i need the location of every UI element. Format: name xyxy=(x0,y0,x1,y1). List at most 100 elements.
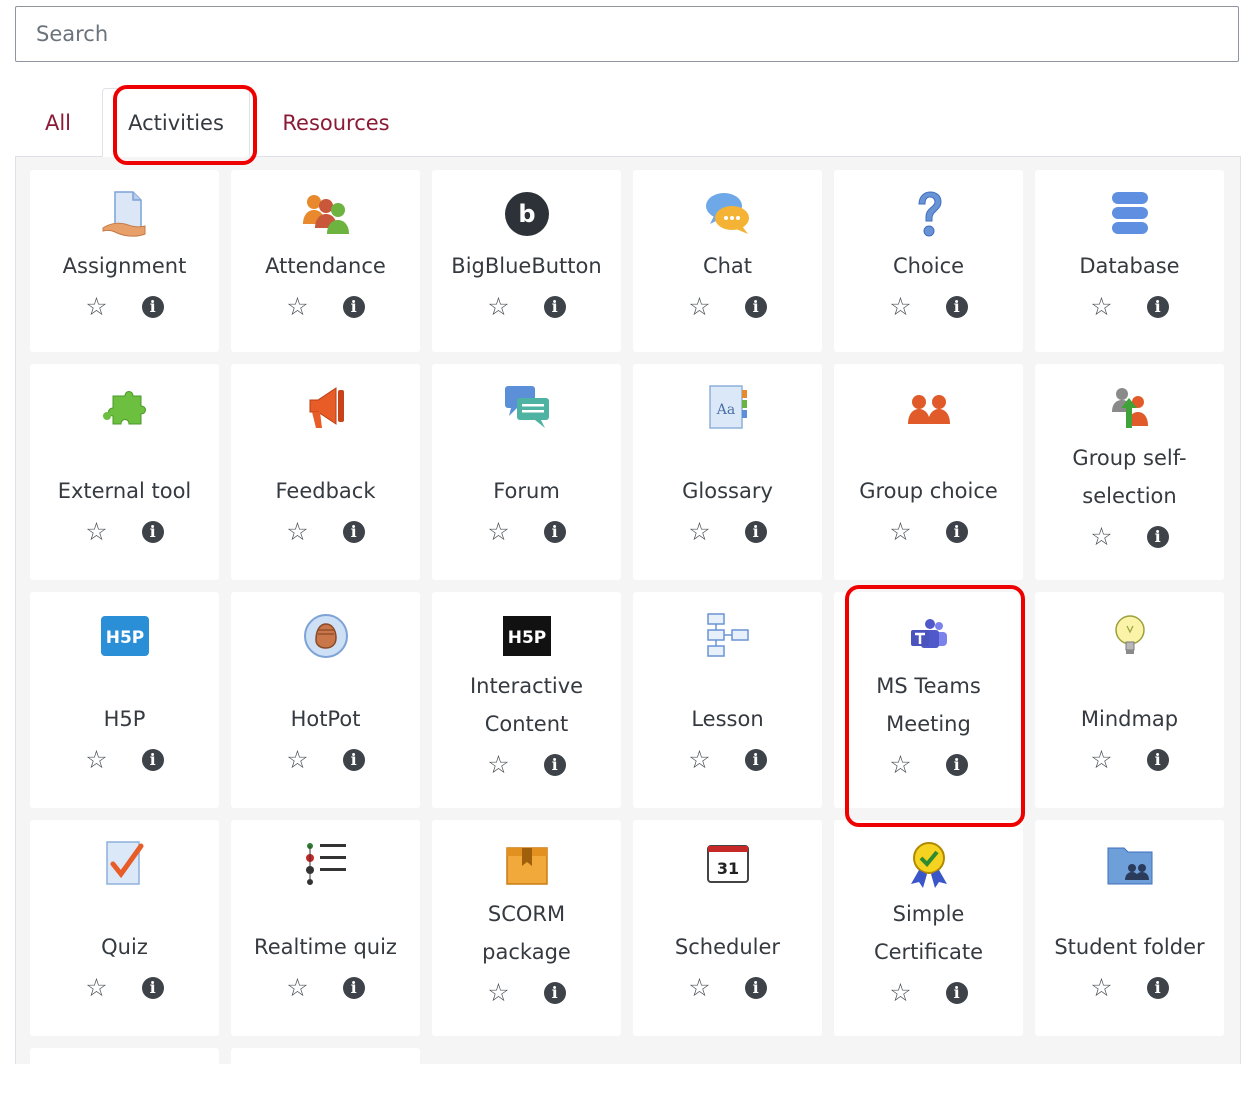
info-icon[interactable]: i xyxy=(141,977,164,999)
module-card-glossary[interactable]: Aa Glossary ☆ i xyxy=(633,364,822,580)
module-label-line: package xyxy=(482,940,571,964)
info-icon[interactable]: i xyxy=(543,982,566,1004)
info-icon[interactable]: i xyxy=(945,754,968,776)
info-icon[interactable]: i xyxy=(141,521,164,543)
module-card-h5p[interactable]: H5P H5P ☆ i xyxy=(30,592,219,808)
module-card-partial[interactable] xyxy=(30,1048,219,1108)
info-icon[interactable]: i xyxy=(744,521,767,543)
module-card-interactive-content[interactable]: H5P Interactive Content ☆ i xyxy=(432,592,621,808)
module-card-quiz[interactable]: Quiz ☆ i xyxy=(30,820,219,1036)
star-icon[interactable]: ☆ xyxy=(487,751,509,779)
info-icon[interactable]: i xyxy=(945,521,968,543)
bigbluebutton-letter: b xyxy=(518,200,535,228)
external-tool-icon xyxy=(30,364,219,444)
star-icon[interactable]: ☆ xyxy=(889,979,911,1007)
module-card-group-self-selection[interactable]: Group self-selection ☆ i xyxy=(1035,364,1224,580)
module-card-mindmap[interactable]: Mindmap ☆ i xyxy=(1035,592,1224,808)
star-icon[interactable]: ☆ xyxy=(286,293,308,321)
forum-icon xyxy=(432,364,621,444)
module-card-choice[interactable]: Choice ☆ i xyxy=(834,170,1023,352)
module-label-line: Certificate xyxy=(873,940,984,964)
info-icon[interactable]: i xyxy=(945,982,968,1004)
info-icon[interactable]: i xyxy=(543,296,566,318)
info-icon[interactable]: i xyxy=(141,296,164,318)
star-icon[interactable]: ☆ xyxy=(889,518,911,546)
module-label-line: SCORM xyxy=(487,902,566,926)
module-card-scheduler[interactable]: 31 Scheduler ☆ i xyxy=(633,820,822,1036)
module-card-assignment[interactable]: Assignment ☆ i xyxy=(30,170,219,352)
module-label: Chat xyxy=(633,247,822,285)
module-card-database[interactable]: Database ☆ i xyxy=(1035,170,1224,352)
module-card-external-tool[interactable]: External tool ☆ i xyxy=(30,364,219,580)
module-actions: ☆ i xyxy=(231,966,420,1036)
info-icon[interactable]: i xyxy=(1146,296,1169,318)
tab-resources[interactable]: Resources xyxy=(268,88,404,157)
info-icon[interactable]: i xyxy=(744,296,767,318)
module-card-student-folder[interactable]: Student folder ☆ i xyxy=(1035,820,1224,1036)
module-label-line: Meeting xyxy=(886,712,971,736)
star-icon[interactable]: ☆ xyxy=(1090,293,1112,321)
feedback-icon xyxy=(231,364,420,444)
module-card-forum[interactable]: Forum ☆ i xyxy=(432,364,621,580)
info-icon[interactable]: i xyxy=(543,521,566,543)
info-icon[interactable]: i xyxy=(342,749,365,771)
hotpot-icon xyxy=(231,592,420,672)
bigbluebutton-icon: b xyxy=(432,170,621,247)
star-icon[interactable]: ☆ xyxy=(1090,746,1112,774)
star-icon[interactable]: ☆ xyxy=(688,518,710,546)
module-actions: ☆ i xyxy=(1035,285,1224,352)
star-icon[interactable]: ☆ xyxy=(487,979,509,1007)
chat-icon xyxy=(633,170,822,247)
info-icon[interactable]: i xyxy=(1146,526,1169,548)
module-actions: ☆ i xyxy=(834,285,1023,352)
module-card-bigbluebutton[interactable]: b BigBlueButton ☆ i xyxy=(432,170,621,352)
info-icon[interactable]: i xyxy=(1146,749,1169,771)
info-icon[interactable]: i xyxy=(141,749,164,771)
module-card-simple-certificate[interactable]: Simple Certificate ☆ i xyxy=(834,820,1023,1036)
star-icon[interactable]: ☆ xyxy=(688,293,710,321)
module-card-chat[interactable]: Chat ☆ i xyxy=(633,170,822,352)
module-actions: ☆ i xyxy=(633,285,822,352)
module-card-ms-teams-meeting[interactable]: MS Teams Meeting ☆ i xyxy=(834,592,1023,808)
info-icon[interactable]: i xyxy=(342,521,365,543)
module-card-realtime-quiz[interactable]: Realtime quiz ☆ i xyxy=(231,820,420,1036)
star-icon[interactable]: ☆ xyxy=(889,751,911,779)
star-icon[interactable]: ☆ xyxy=(1090,523,1112,551)
module-actions: ☆ i xyxy=(1035,738,1224,808)
star-icon[interactable]: ☆ xyxy=(889,293,911,321)
h5p-icon-text: H5P xyxy=(105,628,144,648)
module-card-group-choice[interactable]: Group choice ☆ i xyxy=(834,364,1023,580)
star-icon[interactable]: ☆ xyxy=(85,293,107,321)
info-icon[interactable]: i xyxy=(342,977,365,999)
module-card-hotpot[interactable]: HotPot ☆ i xyxy=(231,592,420,808)
module-label: Quiz xyxy=(30,900,219,966)
info-icon[interactable]: i xyxy=(342,296,365,318)
star-icon[interactable]: ☆ xyxy=(85,974,107,1002)
star-icon[interactable]: ☆ xyxy=(487,518,509,546)
module-actions: ☆ i xyxy=(30,966,219,1036)
info-icon[interactable]: i xyxy=(1146,977,1169,999)
info-icon[interactable]: i xyxy=(744,749,767,771)
star-icon[interactable]: ☆ xyxy=(286,746,308,774)
star-icon[interactable]: ☆ xyxy=(487,293,509,321)
star-icon[interactable]: ☆ xyxy=(688,746,710,774)
module-card-feedback[interactable]: Feedback ☆ i xyxy=(231,364,420,580)
module-label: Forum xyxy=(432,444,621,510)
tab-activities[interactable]: Activities xyxy=(102,88,250,157)
star-icon[interactable]: ☆ xyxy=(85,518,107,546)
info-icon[interactable]: i xyxy=(744,977,767,999)
module-card-lesson[interactable]: Lesson ☆ i xyxy=(633,592,822,808)
star-icon[interactable]: ☆ xyxy=(286,518,308,546)
module-card-scorm-package[interactable]: SCORM package ☆ i xyxy=(432,820,621,1036)
module-card-partial[interactable] xyxy=(231,1048,420,1108)
star-icon[interactable]: ☆ xyxy=(1090,974,1112,1002)
search-input[interactable] xyxy=(15,6,1239,62)
module-card-attendance[interactable]: Attendance ☆ i xyxy=(231,170,420,352)
tab-all[interactable]: All xyxy=(28,88,88,157)
info-icon[interactable]: i xyxy=(543,754,566,776)
info-icon[interactable]: i xyxy=(945,296,968,318)
star-icon[interactable]: ☆ xyxy=(85,746,107,774)
module-actions: ☆ i xyxy=(231,738,420,808)
star-icon[interactable]: ☆ xyxy=(286,974,308,1002)
star-icon[interactable]: ☆ xyxy=(688,974,710,1002)
